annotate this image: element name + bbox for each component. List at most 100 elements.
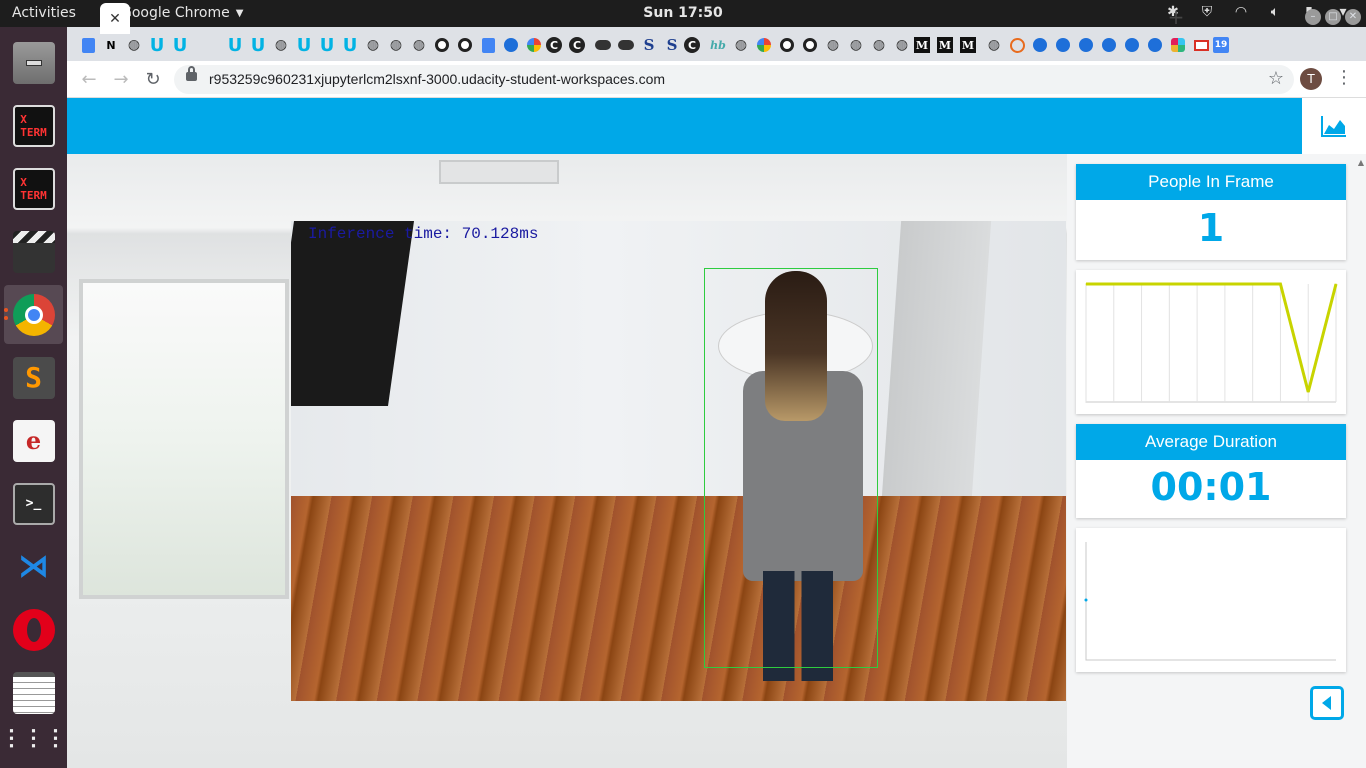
github-favicon-icon[interactable]: ◍	[845, 34, 867, 56]
google-favicon-icon[interactable]	[523, 34, 545, 56]
udacity-favicon-icon[interactable]: U	[293, 34, 315, 56]
scroll-up-arrow-icon[interactable]: ▲	[1358, 158, 1364, 167]
video-stream: Inference time: 70.128ms	[291, 221, 1066, 701]
sublime-text-icon: S	[12, 356, 55, 399]
s-favicon-icon[interactable]: S	[661, 34, 683, 56]
github-favicon-icon[interactable]: ◍	[730, 34, 752, 56]
udacity-favicon-icon[interactable]: U	[169, 34, 191, 56]
vscode-launcher[interactable]: ⋊	[4, 537, 63, 596]
new-tab-button[interactable]: +	[1164, 5, 1188, 29]
calendar-favicon-icon[interactable]: 19	[1213, 37, 1229, 53]
average-duration-title: Average Duration	[1076, 424, 1346, 460]
gear-favicon-icon[interactable]	[1098, 34, 1120, 56]
show-applications-launcher[interactable]: ⋮⋮⋮	[0, 709, 67, 768]
c-favicon-icon[interactable]: C	[569, 37, 585, 53]
eyes-favicon-icon[interactable]	[615, 34, 637, 56]
people-in-frame-title: People In Frame	[1076, 164, 1346, 200]
c-favicon-icon[interactable]: C	[546, 37, 562, 53]
circle-favicon-icon[interactable]	[454, 34, 476, 56]
activities-button[interactable]: Activities	[12, 5, 76, 21]
google-favicon-icon[interactable]	[753, 34, 775, 56]
app-menu-label: Google Chrome	[121, 5, 230, 21]
gear-favicon-icon[interactable]	[1121, 34, 1143, 56]
s-favicon-icon[interactable]: S	[638, 34, 660, 56]
udacity-favicon-icon[interactable]: U	[146, 34, 168, 56]
terminal-launcher[interactable]: >_	[4, 474, 63, 533]
volume-icon[interactable]: 🔈︎	[1266, 3, 1284, 21]
video-editor-launcher[interactable]	[4, 222, 63, 281]
gear-favicon-icon[interactable]	[1144, 34, 1166, 56]
github-favicon-icon[interactable]: ◍	[868, 34, 890, 56]
udacity-favicon-icon[interactable]: U	[316, 34, 338, 56]
average-duration-value: 00:01	[1150, 465, 1272, 509]
stats-toggle-button[interactable]	[1302, 98, 1366, 154]
circle-favicon-icon[interactable]	[776, 34, 798, 56]
wifi-icon[interactable]: ◠	[1232, 3, 1250, 21]
back-button[interactable]: ←	[77, 68, 101, 92]
github-favicon-icon[interactable]: ◍	[891, 34, 913, 56]
clock[interactable]: Sun 17:50	[643, 5, 722, 21]
github-favicon-icon[interactable]: ◍	[362, 34, 384, 56]
gear-favicon-icon[interactable]	[1052, 34, 1074, 56]
github-favicon-icon[interactable]: ◍	[270, 34, 292, 56]
chart-point	[1113, 283, 1115, 285]
lock-icon[interactable]	[186, 66, 197, 81]
shield-icon[interactable]: ⛨	[1198, 3, 1216, 21]
document-viewer-launcher[interactable]: e	[4, 411, 63, 470]
chrome-launcher[interactable]	[4, 285, 63, 344]
medium-favicon-icon[interactable]: M	[937, 37, 953, 53]
docs-favicon-icon[interactable]	[77, 34, 99, 56]
github-favicon-icon[interactable]: ◍	[822, 34, 844, 56]
udacity-favicon-icon[interactable]: U	[247, 34, 269, 56]
udacity-favicon-icon[interactable]: U	[224, 34, 246, 56]
close-icon[interactable]: ✕	[109, 11, 121, 27]
active-tab[interactable]: ✕	[100, 3, 130, 34]
minimize-button[interactable]: –	[1305, 9, 1321, 25]
vscode-icon: ⋊	[18, 549, 49, 584]
circle-favicon-icon[interactable]	[799, 34, 821, 56]
detection-bounding-box	[704, 268, 878, 668]
forward-button[interactable]: →	[109, 68, 133, 92]
chart-axis	[1085, 284, 1336, 403]
medium-favicon-icon[interactable]: M	[960, 37, 976, 53]
circle-favicon-icon[interactable]	[431, 34, 453, 56]
collapse-sidebar-button[interactable]	[1310, 686, 1344, 720]
github-favicon-icon[interactable]: ◍	[385, 34, 407, 56]
gear-favicon-icon[interactable]	[500, 34, 522, 56]
github-favicon-icon[interactable]: ◍	[983, 34, 1005, 56]
gear-favicon-icon[interactable]	[1075, 34, 1097, 56]
xterm-icon: X TERM	[12, 104, 55, 147]
opera-launcher[interactable]	[4, 600, 63, 659]
slack-favicon-icon[interactable]	[1167, 34, 1189, 56]
medium-favicon-icon[interactable]: M	[914, 37, 930, 53]
system-tray[interactable]: ✱ ⛨ ◠ 🔈︎ ▮ ▾	[1164, 3, 1352, 21]
notion-favicon-icon[interactable]: N	[100, 34, 122, 56]
gear-favicon-icon[interactable]	[1029, 34, 1051, 56]
github-favicon-icon[interactable]: ◍	[123, 34, 145, 56]
github-favicon-icon[interactable]: ◍	[408, 34, 430, 56]
chart-point	[1307, 391, 1309, 393]
profile-avatar[interactable]: T	[1300, 68, 1322, 90]
c-favicon-icon[interactable]: C	[684, 37, 700, 53]
grid-icon: ⋮⋮⋮	[0, 725, 67, 751]
close-window-button[interactable]: ✕	[1345, 9, 1361, 25]
duration-line-chart	[1084, 542, 1336, 661]
url-text[interactable]: r953259c960231xjupyterlcm2lsxnf-3000.uda…	[209, 71, 665, 87]
docs-favicon-icon[interactable]	[477, 34, 499, 56]
ring-favicon-icon[interactable]	[1006, 34, 1028, 56]
hb-favicon-icon[interactable]: hb	[707, 34, 729, 56]
eyes-favicon-icon[interactable]	[592, 34, 614, 56]
maximize-button[interactable]: □	[1325, 9, 1341, 25]
xterm-launcher-1[interactable]: X TERM	[4, 96, 63, 155]
reload-button[interactable]: ↻	[141, 68, 165, 92]
files-launcher[interactable]	[4, 33, 63, 92]
chrome-menu-icon[interactable]: ⋮	[1335, 67, 1353, 88]
bookmark-star-icon[interactable]: ☆	[1268, 68, 1284, 89]
inference-time-label: Inference time: 70.128ms	[308, 225, 539, 243]
sublime-launcher[interactable]: S	[4, 348, 63, 407]
caret-left-icon	[1322, 696, 1331, 710]
address-bar[interactable]: r953259c960231xjupyterlcm2lsxnf-3000.uda…	[174, 65, 1294, 94]
udacity-favicon-icon[interactable]: U	[339, 34, 361, 56]
xterm-launcher-2[interactable]: X TERM	[4, 159, 63, 218]
gmail-favicon-icon[interactable]	[1190, 34, 1212, 56]
